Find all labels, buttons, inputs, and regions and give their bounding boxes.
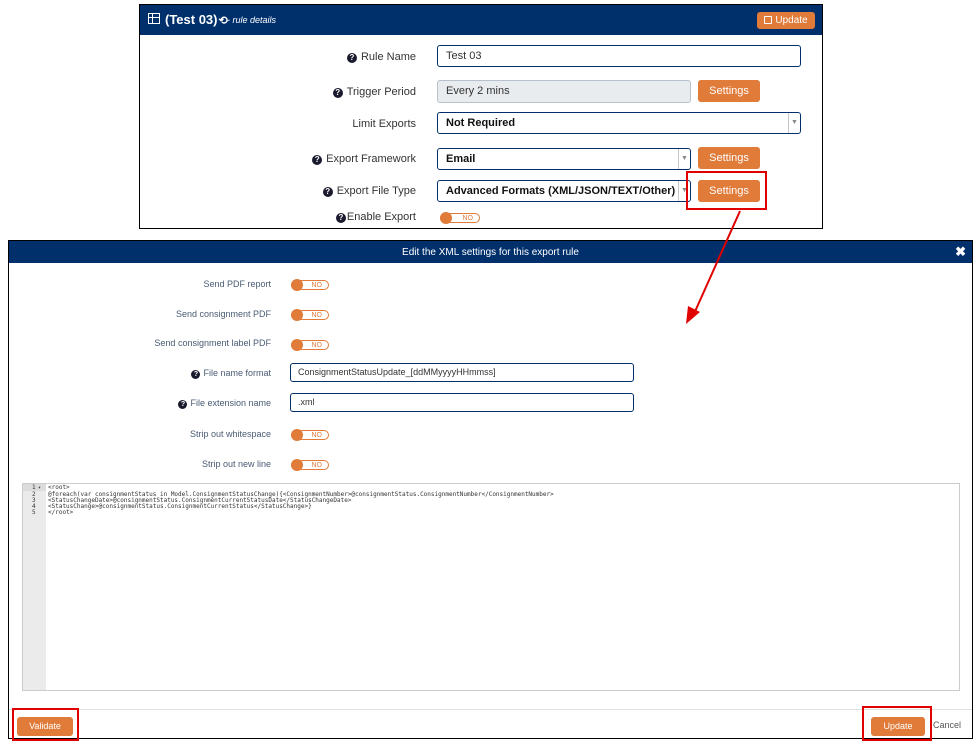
- help-icon[interactable]: ?: [191, 370, 201, 379]
- cancel-button[interactable]: Cancel: [933, 720, 961, 730]
- toggle-state: NO: [462, 215, 474, 222]
- toggle-knob: [291, 339, 303, 351]
- toggle-state: NO: [311, 342, 323, 349]
- highlight-file-type-settings: [686, 171, 767, 210]
- toggle-state: NO: [311, 312, 323, 319]
- toggle-knob: [291, 459, 303, 471]
- help-icon[interactable]: ?: [322, 187, 333, 197]
- export-file-type-label: ? Export File Type: [322, 185, 416, 197]
- strip-newline-toggle[interactable]: NO: [291, 459, 329, 471]
- trigger-period-label: ? Trigger Period: [332, 86, 416, 98]
- send-consignment-pdf-label: Send consignment PDF: [175, 309, 271, 319]
- xml-template-editor[interactable]: 1 ▾ 2 3 4 5 <root> @foreach(var consignm…: [22, 483, 960, 691]
- toggle-knob: [291, 309, 303, 321]
- trigger-settings-button[interactable]: Settings: [698, 80, 760, 102]
- rule-name-label: ? Rule Name: [346, 51, 416, 63]
- file-name-format-input[interactable]: ConsignmentStatusUpdate_[ddMMyyyyHHmmss]: [290, 363, 634, 382]
- code-line: </root>: [48, 509, 74, 516]
- file-extension-input[interactable]: .xml: [290, 393, 634, 412]
- save-icon: [764, 16, 773, 24]
- code-line: <StatusChange>@consignmentStatus.Consign…: [48, 503, 312, 510]
- framework-settings-button[interactable]: Settings: [698, 147, 760, 169]
- send-pdf-report-toggle[interactable]: NO: [291, 279, 329, 291]
- toggle-state: NO: [311, 282, 323, 289]
- help-icon[interactable]: ?: [332, 88, 343, 98]
- enable-export-label: ? Enable Export: [335, 211, 416, 223]
- rule-details-header: (Test 03)⟲ - rule details Update: [140, 5, 822, 35]
- help-icon[interactable]: ?: [178, 400, 188, 409]
- close-icon[interactable]: ✖: [955, 244, 966, 260]
- send-pdf-report-label: Send PDF report: [203, 279, 271, 289]
- export-file-type-value: Advanced Formats (XML/JSON/TEXT/Other): [446, 185, 676, 197]
- toggle-knob: [440, 212, 452, 224]
- editor-gutter: 1 ▾ 2 3 4 5: [23, 484, 46, 690]
- send-consignment-label-pdf-toggle[interactable]: NO: [291, 339, 329, 351]
- rule-update-label: Update: [775, 15, 808, 26]
- export-framework-label: ? Export Framework: [312, 153, 416, 165]
- trigger-period-field: Every 2 mins: [437, 80, 691, 103]
- file-extension-label: ? File extension name: [178, 398, 271, 409]
- export-file-type-select[interactable]: Advanced Formats (XML/JSON/TEXT/Other) ▼: [437, 180, 691, 202]
- toggle-knob: [291, 429, 303, 441]
- send-consignment-pdf-toggle[interactable]: NO: [291, 309, 329, 321]
- limit-exports-select[interactable]: Not Required ▼: [437, 112, 801, 134]
- strip-whitespace-toggle[interactable]: NO: [291, 429, 329, 441]
- toggle-state: NO: [311, 462, 323, 469]
- highlight-update: [862, 706, 932, 741]
- limit-exports-value: Not Required: [446, 117, 516, 129]
- highlight-validate: [12, 708, 79, 741]
- fold-icon[interactable]: ▾: [38, 485, 41, 491]
- rule-title: (Test 03)⟲: [165, 12, 228, 27]
- send-consignment-label-pdf-label: Send consignment label PDF: [154, 338, 271, 348]
- modal-title: Edit the XML settings for this export ru…: [402, 247, 579, 258]
- rule-name-input[interactable]: Test 03: [437, 45, 801, 67]
- export-framework-select[interactable]: Email ▼: [437, 148, 691, 170]
- toggle-state: NO: [311, 432, 323, 439]
- modal-header: Edit the XML settings for this export ru…: [9, 241, 972, 263]
- xml-settings-modal: Edit the XML settings for this export ru…: [8, 240, 973, 739]
- chevron-down-icon: ▼: [788, 113, 800, 133]
- strip-whitespace-label: Strip out whitespace: [189, 429, 271, 439]
- line-number: 5: [32, 509, 36, 516]
- file-name-format-label: ? File name format: [191, 368, 271, 379]
- export-framework-value: Email: [446, 153, 476, 165]
- help-icon[interactable]: ?: [346, 53, 357, 63]
- table-icon: [148, 13, 160, 24]
- help-icon[interactable]: ?: [335, 213, 346, 223]
- modal-footer-divider: [9, 709, 972, 710]
- chevron-down-icon: ▼: [678, 149, 690, 169]
- rule-update-button[interactable]: Update: [757, 12, 815, 29]
- strip-newline-label: Strip out new line: [201, 459, 271, 469]
- limit-exports-label: Limit Exports: [352, 118, 416, 130]
- rule-subtitle: - rule details: [227, 15, 277, 25]
- enable-export-toggle[interactable]: NO: [440, 212, 480, 224]
- toggle-knob: [291, 279, 303, 291]
- help-icon[interactable]: ?: [312, 155, 323, 165]
